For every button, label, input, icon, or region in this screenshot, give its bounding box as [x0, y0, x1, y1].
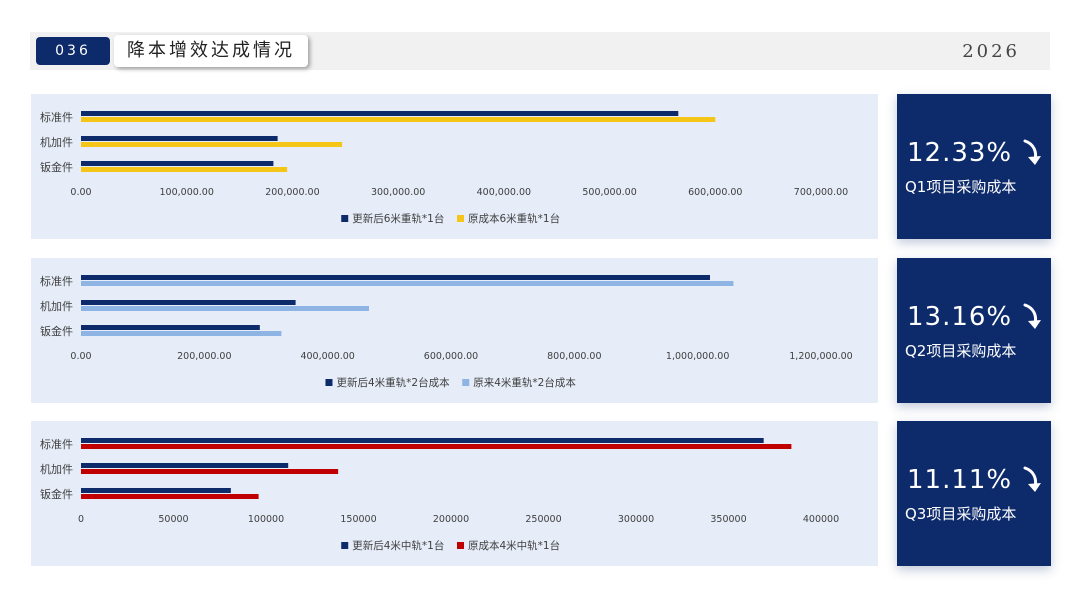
stat-value: 11.11%	[907, 465, 1013, 495]
bar-updated-1	[81, 463, 289, 468]
x-tick-label: 600,000.00	[424, 351, 478, 362]
x-tick-label: 400,000.00	[477, 187, 531, 198]
bar-chart-1: 标准件机加件钣金件 0.00 100,000.00 200,000.00 300,000…	[40, 110, 848, 225]
bar-original-0	[81, 117, 716, 122]
x-tick-label: 700,000.00	[794, 187, 848, 198]
bar-updated-1	[81, 300, 296, 305]
stat-value: 12.33%	[907, 138, 1013, 168]
x-tick-label: 1,200,000.00	[789, 351, 852, 362]
x-tick-label: 0	[78, 514, 84, 525]
bar-original-1	[81, 306, 369, 311]
legend-label: 原来4米重轨*2台成本	[473, 376, 576, 389]
page-year: 2026	[962, 41, 1020, 62]
stat-value: 13.16%	[907, 302, 1013, 332]
bar-original-0	[81, 281, 734, 286]
bar-original-1	[81, 142, 343, 147]
x-tick-label: 800,000.00	[547, 351, 601, 362]
x-tick-label: 350000	[710, 514, 746, 525]
legend-swatch	[462, 379, 470, 386]
bar-chart-2: 标准件机加件钣金件 0.00 200,000.00 400,000.00 600,000…	[40, 274, 853, 389]
bar-updated-0	[81, 275, 710, 280]
bar-original-2	[81, 331, 282, 336]
page-number-badge: 036	[36, 37, 110, 65]
page-title: 降本增效达成情况	[114, 35, 308, 67]
category-label: 标准件	[40, 110, 73, 124]
x-tick-label: 300000	[618, 514, 654, 525]
legend-swatch	[457, 215, 464, 222]
x-tick-label: 1,000,000.00	[666, 351, 729, 362]
x-tick-label: 0.00	[70, 351, 91, 362]
x-tick-label: 500,000.00	[582, 187, 636, 198]
x-tick-label: 200,000.00	[265, 187, 319, 198]
x-tick-label: 400000	[803, 514, 839, 525]
category-label: 标准件	[40, 437, 73, 451]
x-tick-label: 100000	[248, 514, 284, 525]
legend-label: 更新后6米重轨*1台	[352, 212, 444, 225]
category-label: 钣金件	[40, 487, 73, 501]
category-label: 钣金件	[40, 324, 73, 338]
bar-updated-0	[81, 111, 679, 116]
legend-label: 更新后4米重轨*2台成本	[336, 376, 450, 389]
stat-card-q1: 12.33% Q1项目采购成本	[897, 94, 1051, 239]
curved-arrow-down-icon	[1023, 303, 1041, 329]
bar-updated-2	[81, 488, 231, 493]
bar-updated-1	[81, 136, 278, 141]
bar-updated-2	[81, 161, 274, 166]
bar-original-2	[81, 494, 259, 499]
x-tick-label: 300,000.00	[371, 187, 425, 198]
x-tick-label: 50000	[158, 514, 188, 525]
stat-label: Q3项目采购成本	[905, 505, 1017, 523]
bar-updated-0	[81, 438, 764, 443]
legend-swatch	[457, 542, 464, 549]
bar-original-2	[81, 167, 288, 172]
legend-swatch	[341, 215, 349, 222]
legend-label: 原成本4米中轨*1台	[468, 539, 560, 552]
stat-label: Q1项目采购成本	[905, 178, 1017, 196]
legend-swatch	[341, 542, 349, 549]
bar-chart-3: 标准件机加件钣金件 0 50000 100000 150000 200000 250000 3…	[40, 437, 839, 552]
x-tick-label: 250000	[525, 514, 561, 525]
x-tick-label: 200000	[433, 514, 469, 525]
stat-card-q2: 13.16% Q2项目采购成本	[897, 258, 1051, 403]
x-tick-label: 400,000.00	[300, 351, 354, 362]
bar-original-1	[81, 469, 339, 474]
category-label: 机加件	[40, 462, 73, 476]
x-tick-label: 150000	[340, 514, 376, 525]
category-label: 标准件	[40, 274, 73, 288]
bar-original-0	[81, 444, 792, 449]
stat-card-q3: 11.11% Q3项目采购成本	[897, 421, 1051, 566]
x-tick-label: 200,000.00	[177, 351, 231, 362]
legend-swatch	[325, 379, 333, 386]
legend-label: 原成本6米重轨*1台	[468, 212, 560, 225]
category-label: 钣金件	[40, 160, 73, 174]
chart-panel-2: 标准件机加件钣金件 0.00 200,000.00 400,000.00 600,000…	[31, 258, 878, 403]
stat-label: Q2项目采购成本	[905, 342, 1017, 360]
curved-arrow-down-icon	[1023, 466, 1041, 492]
bar-updated-2	[81, 325, 260, 330]
curved-arrow-down-icon	[1023, 139, 1041, 165]
legend-label: 更新后4米中轨*1台	[352, 539, 444, 552]
category-label: 机加件	[40, 299, 73, 313]
x-tick-label: 0.00	[70, 187, 91, 198]
chart-panel-3: 标准件机加件钣金件 0 50000 100000 150000 200000 250000 3…	[31, 421, 878, 566]
category-label: 机加件	[40, 135, 73, 149]
x-tick-label: 100,000.00	[160, 187, 214, 198]
x-tick-label: 600,000.00	[688, 187, 742, 198]
chart-panel-1: 标准件机加件钣金件 0.00 100,000.00 200,000.00 300,000…	[31, 94, 878, 239]
